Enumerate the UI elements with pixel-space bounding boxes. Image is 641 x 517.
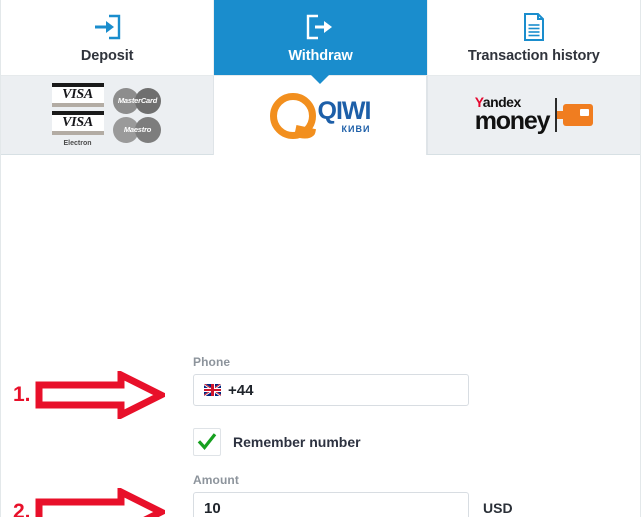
tab-transaction-history-label: Transaction history xyxy=(467,47,600,64)
active-tab-caret xyxy=(311,75,330,84)
tab-deposit-label: Deposit xyxy=(80,47,134,64)
arrow-out-of-box-icon xyxy=(305,12,335,42)
amount-input-row: 10 USD xyxy=(193,492,513,517)
amount-label: Amount xyxy=(193,473,239,487)
yandex-money-logo: Yandex money xyxy=(474,95,594,135)
step-1-arrow-icon xyxy=(35,371,165,419)
remember-number-label: Remember number xyxy=(233,434,361,450)
payment-method-bar: VISA VISA Electron MasterCard Maestro QI… xyxy=(1,76,640,156)
phone-field-block: Phone +44 xyxy=(193,355,469,406)
visa-electron-icon: VISA xyxy=(51,111,104,135)
visa-icon: VISA xyxy=(51,83,104,107)
main-tab-bar: Deposit Withdraw Transaction history xyxy=(1,0,640,84)
remember-number-checkbox[interactable] xyxy=(193,428,221,456)
amount-field-block: Amount 10 USD xyxy=(193,473,513,517)
money-label: money xyxy=(474,106,551,135)
qiwi-sub-label: КИВИ xyxy=(341,123,371,134)
qiwi-q-mark-icon xyxy=(269,93,316,139)
qiwi-wordmark: QIWI КИВИ xyxy=(317,96,372,134)
phone-input-value: +44 xyxy=(228,381,254,399)
tab-withdraw-label: Withdraw xyxy=(288,47,353,64)
arrow-into-box-icon xyxy=(92,12,122,42)
maestro-icon: Maestro xyxy=(112,116,163,143)
remember-number-block: Remember number xyxy=(193,428,361,456)
withdraw-page: Deposit Withdraw Transaction history VIS… xyxy=(0,0,641,517)
tab-deposit[interactable]: Deposit xyxy=(1,0,214,75)
visa-logos: VISA VISA Electron xyxy=(51,83,104,147)
cards-logo: VISA VISA Electron MasterCard Maestro xyxy=(51,83,163,147)
mastercard-maestro-logos: MasterCard Maestro xyxy=(112,87,163,143)
phone-input[interactable]: +44 xyxy=(193,374,469,406)
phone-label: Phone xyxy=(193,355,231,369)
visa-electron-label: VISA xyxy=(62,115,93,130)
payment-method-yandex-money[interactable]: Yandex money xyxy=(427,76,640,154)
payment-method-cards[interactable]: VISA VISA Electron MasterCard Maestro xyxy=(1,76,213,154)
amount-input-value: 10 xyxy=(204,499,221,517)
visa-label: VISA xyxy=(62,87,93,102)
currency-label: USD xyxy=(483,500,513,516)
electron-label: Electron xyxy=(63,140,92,147)
payment-method-qiwi[interactable]: QIWI КИВИ xyxy=(213,76,427,156)
document-lines-icon xyxy=(521,12,547,42)
tab-withdraw[interactable]: Withdraw xyxy=(213,0,427,84)
checkmark-icon xyxy=(197,433,217,450)
tab-transaction-history[interactable]: Transaction history xyxy=(426,0,640,75)
uk-flag-icon xyxy=(204,384,221,396)
withdraw-form: 1. Phone +44 Remember number 2. Amount 1… xyxy=(1,155,640,517)
qiwi-main-label: QIWI xyxy=(317,96,372,125)
mastercard-icon: MasterCard xyxy=(112,87,163,114)
mastercard-label: MasterCard xyxy=(117,96,158,105)
step-2-number: 2. xyxy=(13,500,31,517)
amount-input[interactable]: 10 xyxy=(193,492,469,517)
step-1-number: 1. xyxy=(13,383,31,406)
wallet-icon xyxy=(557,103,594,126)
yandex-money-wordmark: Yandex money xyxy=(474,95,551,135)
step-2-arrow-icon xyxy=(35,488,165,517)
step-1-marker: 1. xyxy=(1,371,165,419)
step-2-marker: 2. xyxy=(1,488,165,517)
maestro-label: Maestro xyxy=(123,125,152,134)
qiwi-logo: QIWI КИВИ xyxy=(269,93,372,139)
remember-number-row[interactable]: Remember number xyxy=(193,428,361,456)
